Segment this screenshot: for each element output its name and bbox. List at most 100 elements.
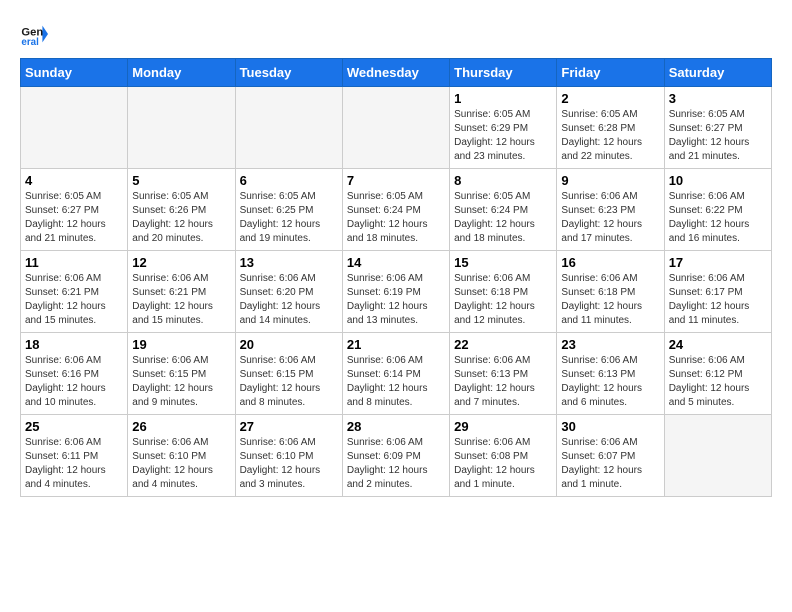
calendar-day: 12 Sunrise: 6:06 AM Sunset: 6:21 PM Dayl…	[128, 251, 235, 333]
calendar-day: 2 Sunrise: 6:05 AM Sunset: 6:28 PM Dayli…	[557, 87, 664, 169]
calendar-table: SundayMondayTuesdayWednesdayThursdayFrid…	[20, 58, 772, 497]
calendar-day: 19 Sunrise: 6:06 AM Sunset: 6:15 PM Dayl…	[128, 333, 235, 415]
day-number: 25	[25, 419, 123, 434]
weekday-header: Friday	[557, 59, 664, 87]
calendar-day: 24 Sunrise: 6:06 AM Sunset: 6:12 PM Dayl…	[664, 333, 771, 415]
calendar-day: 30 Sunrise: 6:06 AM Sunset: 6:07 PM Dayl…	[557, 415, 664, 497]
logo-icon: Gen eral	[20, 20, 48, 48]
day-number: 16	[561, 255, 659, 270]
calendar-day: 17 Sunrise: 6:06 AM Sunset: 6:17 PM Dayl…	[664, 251, 771, 333]
day-info: Sunrise: 6:06 AM Sunset: 6:23 PM Dayligh…	[561, 190, 659, 246]
day-number: 6	[240, 173, 338, 188]
calendar-day: 18 Sunrise: 6:06 AM Sunset: 6:16 PM Dayl…	[21, 333, 128, 415]
day-info: Sunrise: 6:06 AM Sunset: 6:21 PM Dayligh…	[25, 272, 123, 328]
calendar-day: 10 Sunrise: 6:06 AM Sunset: 6:22 PM Dayl…	[664, 169, 771, 251]
weekday-header: Monday	[128, 59, 235, 87]
day-info: Sunrise: 6:06 AM Sunset: 6:10 PM Dayligh…	[240, 436, 338, 492]
page-header: Gen eral	[20, 20, 772, 48]
day-info: Sunrise: 6:06 AM Sunset: 6:15 PM Dayligh…	[240, 354, 338, 410]
day-number: 20	[240, 337, 338, 352]
logo: Gen eral	[20, 20, 52, 48]
calendar-day: 27 Sunrise: 6:06 AM Sunset: 6:10 PM Dayl…	[235, 415, 342, 497]
calendar-day: 3 Sunrise: 6:05 AM Sunset: 6:27 PM Dayli…	[664, 87, 771, 169]
day-info: Sunrise: 6:06 AM Sunset: 6:20 PM Dayligh…	[240, 272, 338, 328]
day-number: 1	[454, 91, 552, 106]
calendar-day: 26 Sunrise: 6:06 AM Sunset: 6:10 PM Dayl…	[128, 415, 235, 497]
day-info: Sunrise: 6:06 AM Sunset: 6:19 PM Dayligh…	[347, 272, 445, 328]
day-info: Sunrise: 6:06 AM Sunset: 6:18 PM Dayligh…	[454, 272, 552, 328]
empty-cell	[128, 87, 235, 169]
day-number: 22	[454, 337, 552, 352]
day-info: Sunrise: 6:05 AM Sunset: 6:25 PM Dayligh…	[240, 190, 338, 246]
weekday-header: Saturday	[664, 59, 771, 87]
day-number: 14	[347, 255, 445, 270]
day-number: 28	[347, 419, 445, 434]
calendar-header: SundayMondayTuesdayWednesdayThursdayFrid…	[21, 59, 772, 87]
day-info: Sunrise: 6:06 AM Sunset: 6:13 PM Dayligh…	[561, 354, 659, 410]
calendar-day: 22 Sunrise: 6:06 AM Sunset: 6:13 PM Dayl…	[450, 333, 557, 415]
day-number: 4	[25, 173, 123, 188]
day-number: 29	[454, 419, 552, 434]
day-info: Sunrise: 6:05 AM Sunset: 6:29 PM Dayligh…	[454, 108, 552, 164]
calendar-week: 11 Sunrise: 6:06 AM Sunset: 6:21 PM Dayl…	[21, 251, 772, 333]
day-info: Sunrise: 6:06 AM Sunset: 6:12 PM Dayligh…	[669, 354, 767, 410]
day-number: 8	[454, 173, 552, 188]
day-info: Sunrise: 6:06 AM Sunset: 6:10 PM Dayligh…	[132, 436, 230, 492]
day-info: Sunrise: 6:06 AM Sunset: 6:07 PM Dayligh…	[561, 436, 659, 492]
calendar-day: 29 Sunrise: 6:06 AM Sunset: 6:08 PM Dayl…	[450, 415, 557, 497]
day-info: Sunrise: 6:06 AM Sunset: 6:21 PM Dayligh…	[132, 272, 230, 328]
day-info: Sunrise: 6:06 AM Sunset: 6:17 PM Dayligh…	[669, 272, 767, 328]
calendar-day: 28 Sunrise: 6:06 AM Sunset: 6:09 PM Dayl…	[342, 415, 449, 497]
calendar-day: 15 Sunrise: 6:06 AM Sunset: 6:18 PM Dayl…	[450, 251, 557, 333]
empty-cell	[21, 87, 128, 169]
day-number: 13	[240, 255, 338, 270]
day-info: Sunrise: 6:06 AM Sunset: 6:13 PM Dayligh…	[454, 354, 552, 410]
day-info: Sunrise: 6:06 AM Sunset: 6:22 PM Dayligh…	[669, 190, 767, 246]
day-number: 3	[669, 91, 767, 106]
day-number: 9	[561, 173, 659, 188]
empty-cell	[664, 415, 771, 497]
calendar-week: 4 Sunrise: 6:05 AM Sunset: 6:27 PM Dayli…	[21, 169, 772, 251]
svg-text:eral: eral	[21, 37, 39, 48]
calendar-day: 6 Sunrise: 6:05 AM Sunset: 6:25 PM Dayli…	[235, 169, 342, 251]
weekday-header: Wednesday	[342, 59, 449, 87]
calendar-day: 4 Sunrise: 6:05 AM Sunset: 6:27 PM Dayli…	[21, 169, 128, 251]
day-number: 11	[25, 255, 123, 270]
calendar-week: 25 Sunrise: 6:06 AM Sunset: 6:11 PM Dayl…	[21, 415, 772, 497]
day-info: Sunrise: 6:05 AM Sunset: 6:24 PM Dayligh…	[347, 190, 445, 246]
weekday-header: Sunday	[21, 59, 128, 87]
calendar-day: 1 Sunrise: 6:05 AM Sunset: 6:29 PM Dayli…	[450, 87, 557, 169]
calendar-day: 9 Sunrise: 6:06 AM Sunset: 6:23 PM Dayli…	[557, 169, 664, 251]
day-number: 15	[454, 255, 552, 270]
day-number: 23	[561, 337, 659, 352]
day-info: Sunrise: 6:06 AM Sunset: 6:14 PM Dayligh…	[347, 354, 445, 410]
day-number: 19	[132, 337, 230, 352]
weekday-header: Tuesday	[235, 59, 342, 87]
day-number: 12	[132, 255, 230, 270]
day-info: Sunrise: 6:06 AM Sunset: 6:18 PM Dayligh…	[561, 272, 659, 328]
calendar-day: 5 Sunrise: 6:05 AM Sunset: 6:26 PM Dayli…	[128, 169, 235, 251]
day-number: 24	[669, 337, 767, 352]
calendar-day: 21 Sunrise: 6:06 AM Sunset: 6:14 PM Dayl…	[342, 333, 449, 415]
day-number: 7	[347, 173, 445, 188]
day-info: Sunrise: 6:05 AM Sunset: 6:27 PM Dayligh…	[25, 190, 123, 246]
day-number: 30	[561, 419, 659, 434]
day-info: Sunrise: 6:06 AM Sunset: 6:15 PM Dayligh…	[132, 354, 230, 410]
day-info: Sunrise: 6:06 AM Sunset: 6:11 PM Dayligh…	[25, 436, 123, 492]
day-info: Sunrise: 6:05 AM Sunset: 6:24 PM Dayligh…	[454, 190, 552, 246]
calendar-week: 1 Sunrise: 6:05 AM Sunset: 6:29 PM Dayli…	[21, 87, 772, 169]
calendar-day: 13 Sunrise: 6:06 AM Sunset: 6:20 PM Dayl…	[235, 251, 342, 333]
empty-cell	[235, 87, 342, 169]
calendar-day: 20 Sunrise: 6:06 AM Sunset: 6:15 PM Dayl…	[235, 333, 342, 415]
calendar-week: 18 Sunrise: 6:06 AM Sunset: 6:16 PM Dayl…	[21, 333, 772, 415]
calendar-day: 25 Sunrise: 6:06 AM Sunset: 6:11 PM Dayl…	[21, 415, 128, 497]
weekday-header: Thursday	[450, 59, 557, 87]
day-number: 5	[132, 173, 230, 188]
day-number: 26	[132, 419, 230, 434]
calendar-day: 7 Sunrise: 6:05 AM Sunset: 6:24 PM Dayli…	[342, 169, 449, 251]
calendar-day: 11 Sunrise: 6:06 AM Sunset: 6:21 PM Dayl…	[21, 251, 128, 333]
calendar-day: 8 Sunrise: 6:05 AM Sunset: 6:24 PM Dayli…	[450, 169, 557, 251]
day-info: Sunrise: 6:06 AM Sunset: 6:09 PM Dayligh…	[347, 436, 445, 492]
day-number: 21	[347, 337, 445, 352]
day-info: Sunrise: 6:05 AM Sunset: 6:28 PM Dayligh…	[561, 108, 659, 164]
